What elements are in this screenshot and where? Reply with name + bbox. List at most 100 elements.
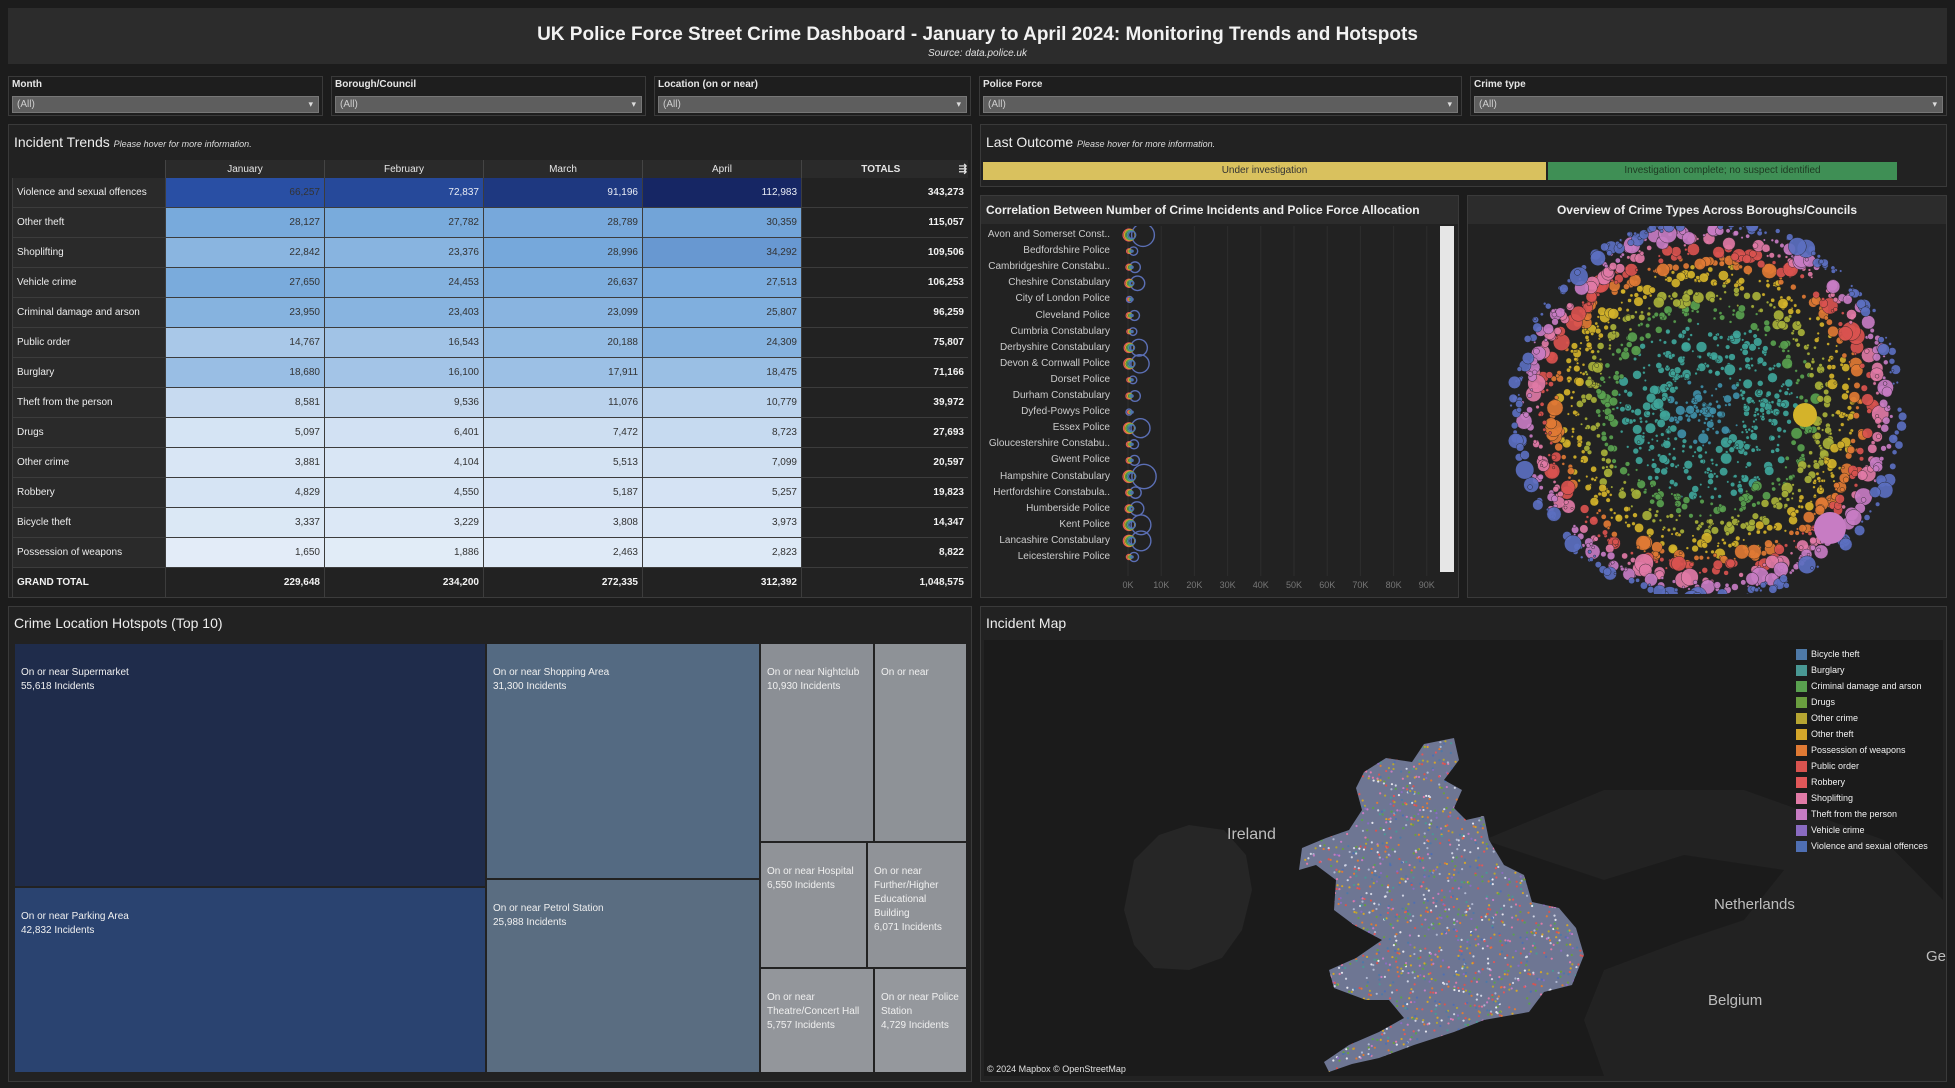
crime-bubble[interactable] bbox=[1759, 407, 1765, 413]
crime-bubble[interactable] bbox=[1795, 308, 1801, 315]
crime-bubble[interactable] bbox=[1833, 307, 1838, 312]
crime-bubble[interactable] bbox=[1791, 492, 1795, 496]
crime-bubble[interactable] bbox=[1812, 462, 1821, 470]
crime-bubble[interactable] bbox=[1714, 387, 1718, 391]
crime-bubble[interactable] bbox=[1712, 316, 1717, 321]
table-cell[interactable]: 5,187 bbox=[483, 477, 643, 508]
crime-bubble[interactable] bbox=[1741, 390, 1746, 395]
hotspot-petrol-station[interactable]: On or near Petrol Station 25,988 Incident… bbox=[486, 879, 760, 1073]
crime-bubble[interactable] bbox=[1614, 370, 1620, 376]
crime-bubble[interactable] bbox=[1509, 403, 1513, 408]
crime-bubble[interactable] bbox=[1647, 475, 1653, 481]
crime-bubble[interactable] bbox=[1647, 583, 1651, 587]
filter-police-force-dropdown[interactable]: (All) ▾ bbox=[983, 96, 1458, 113]
crime-bubble[interactable] bbox=[1646, 311, 1651, 317]
crime-bubble[interactable] bbox=[1821, 470, 1825, 474]
crime-bubble[interactable] bbox=[1620, 301, 1624, 305]
crime-bubble[interactable] bbox=[1882, 375, 1887, 380]
crime-bubble[interactable] bbox=[1682, 262, 1690, 270]
crime-bubble[interactable] bbox=[1839, 537, 1853, 551]
crime-bubble[interactable] bbox=[1882, 381, 1888, 386]
crime-bubble[interactable] bbox=[1577, 478, 1581, 483]
crime-bubble[interactable] bbox=[1859, 456, 1864, 462]
crime-bubble[interactable] bbox=[1756, 500, 1761, 506]
crime-bubble[interactable] bbox=[1671, 556, 1687, 572]
crime-bubble[interactable] bbox=[1635, 268, 1639, 272]
crime-bubble[interactable] bbox=[1776, 443, 1780, 447]
crime-bubble[interactable] bbox=[1874, 417, 1882, 425]
crime-bubble[interactable] bbox=[1657, 254, 1661, 258]
crime-bubble[interactable] bbox=[1642, 366, 1646, 370]
crime-bubble[interactable] bbox=[1808, 450, 1813, 455]
crime-bubble[interactable] bbox=[1698, 355, 1702, 359]
crime-bubble[interactable] bbox=[1855, 405, 1860, 410]
crime-bubble[interactable] bbox=[1684, 373, 1690, 379]
force-label-avon-and-somerset-const[interactable]: Avon and Somerset Const.. bbox=[988, 229, 1110, 240]
crime-bubble[interactable] bbox=[1816, 565, 1820, 569]
force-marks[interactable] bbox=[1125, 408, 1134, 416]
crime-bubble[interactable] bbox=[1543, 323, 1554, 335]
col-header-totals[interactable]: TOTALS ⇶ bbox=[801, 160, 968, 178]
crime-bubble[interactable] bbox=[1674, 587, 1679, 593]
crime-bubble[interactable] bbox=[1841, 352, 1848, 359]
crime-bubble[interactable] bbox=[1766, 524, 1774, 532]
crime-bubble[interactable] bbox=[1563, 388, 1571, 396]
crime-bubble[interactable] bbox=[1603, 567, 1612, 576]
crime-bubble[interactable] bbox=[1638, 446, 1643, 450]
crime-bubble[interactable] bbox=[1816, 254, 1821, 259]
crime-bubble[interactable] bbox=[1574, 269, 1581, 276]
crime-bubble[interactable] bbox=[1853, 483, 1859, 488]
crime-bubble[interactable] bbox=[1668, 485, 1672, 490]
table-cell[interactable]: 18,680 bbox=[165, 357, 325, 388]
crime-bubble[interactable] bbox=[1811, 250, 1816, 256]
crime-bubble[interactable] bbox=[1651, 494, 1655, 498]
correlation-plot[interactable]: 0K 10K 20K 30K 40K 50K 60K 70K 80K 90K bbox=[1112, 226, 1438, 594]
crime-bubble[interactable] bbox=[1878, 336, 1885, 343]
crime-bubble[interactable] bbox=[1880, 445, 1887, 452]
crime-bubble[interactable] bbox=[1545, 417, 1557, 430]
crime-bubble[interactable] bbox=[1754, 587, 1759, 593]
crime-bubble[interactable] bbox=[1629, 293, 1634, 298]
crime-bubble[interactable] bbox=[1801, 294, 1807, 300]
crime-bubble[interactable] bbox=[1775, 318, 1779, 322]
crime-bubble[interactable] bbox=[1683, 243, 1687, 247]
crime-bubble[interactable] bbox=[1704, 550, 1709, 554]
crime-bubble[interactable] bbox=[1703, 421, 1707, 425]
table-row[interactable]: Drugs 5,097 6,401 7,472 8,723 27,693 bbox=[12, 417, 968, 448]
crime-bubble[interactable] bbox=[1638, 229, 1649, 240]
crime-bubble[interactable] bbox=[1546, 506, 1562, 522]
crime-bubble[interactable] bbox=[1851, 470, 1859, 477]
crime-bubble[interactable] bbox=[1730, 252, 1739, 261]
crime-bubble[interactable] bbox=[1781, 490, 1789, 498]
col-header-january[interactable]: January bbox=[165, 160, 325, 178]
crime-bubble[interactable] bbox=[1839, 269, 1843, 273]
crime-bubble[interactable] bbox=[1593, 554, 1597, 558]
crime-bubble[interactable] bbox=[1573, 357, 1578, 362]
table-cell[interactable]: 7,099 bbox=[642, 447, 802, 478]
crime-bubble[interactable] bbox=[1736, 519, 1740, 523]
incident-bubble[interactable] bbox=[1129, 501, 1145, 517]
crime-bubble[interactable] bbox=[1618, 490, 1627, 500]
crime-bubble[interactable] bbox=[1718, 297, 1723, 301]
crime-bubble[interactable] bbox=[1778, 497, 1782, 501]
crime-bubble[interactable] bbox=[1779, 340, 1789, 350]
crime-bubble[interactable] bbox=[1868, 509, 1872, 513]
crime-bubble[interactable] bbox=[1718, 311, 1723, 315]
crime-bubble[interactable] bbox=[1697, 432, 1709, 444]
filter-crime-type-dropdown[interactable]: (All) ▾ bbox=[1474, 96, 1943, 113]
crime-bubble[interactable] bbox=[1638, 416, 1643, 421]
crime-bubble[interactable] bbox=[1709, 469, 1713, 473]
crime-bubble[interactable] bbox=[1721, 425, 1730, 435]
crime-bubble[interactable] bbox=[1668, 513, 1674, 519]
table-row[interactable]: Other crime 3,881 4,104 5,513 7,099 20,597 bbox=[12, 447, 968, 478]
crime-bubble[interactable] bbox=[1644, 231, 1648, 235]
crime-bubble[interactable] bbox=[1671, 291, 1679, 299]
crime-bubble[interactable] bbox=[1752, 413, 1757, 418]
crime-bubble[interactable] bbox=[1875, 414, 1880, 419]
crime-bubble[interactable] bbox=[1595, 388, 1602, 395]
crime-bubble[interactable] bbox=[1763, 230, 1768, 235]
crime-bubble[interactable] bbox=[1580, 422, 1583, 426]
table-cell[interactable]: 8,581 bbox=[165, 387, 325, 418]
crime-bubble[interactable] bbox=[1508, 393, 1518, 403]
crime-bubble[interactable] bbox=[1716, 411, 1723, 418]
